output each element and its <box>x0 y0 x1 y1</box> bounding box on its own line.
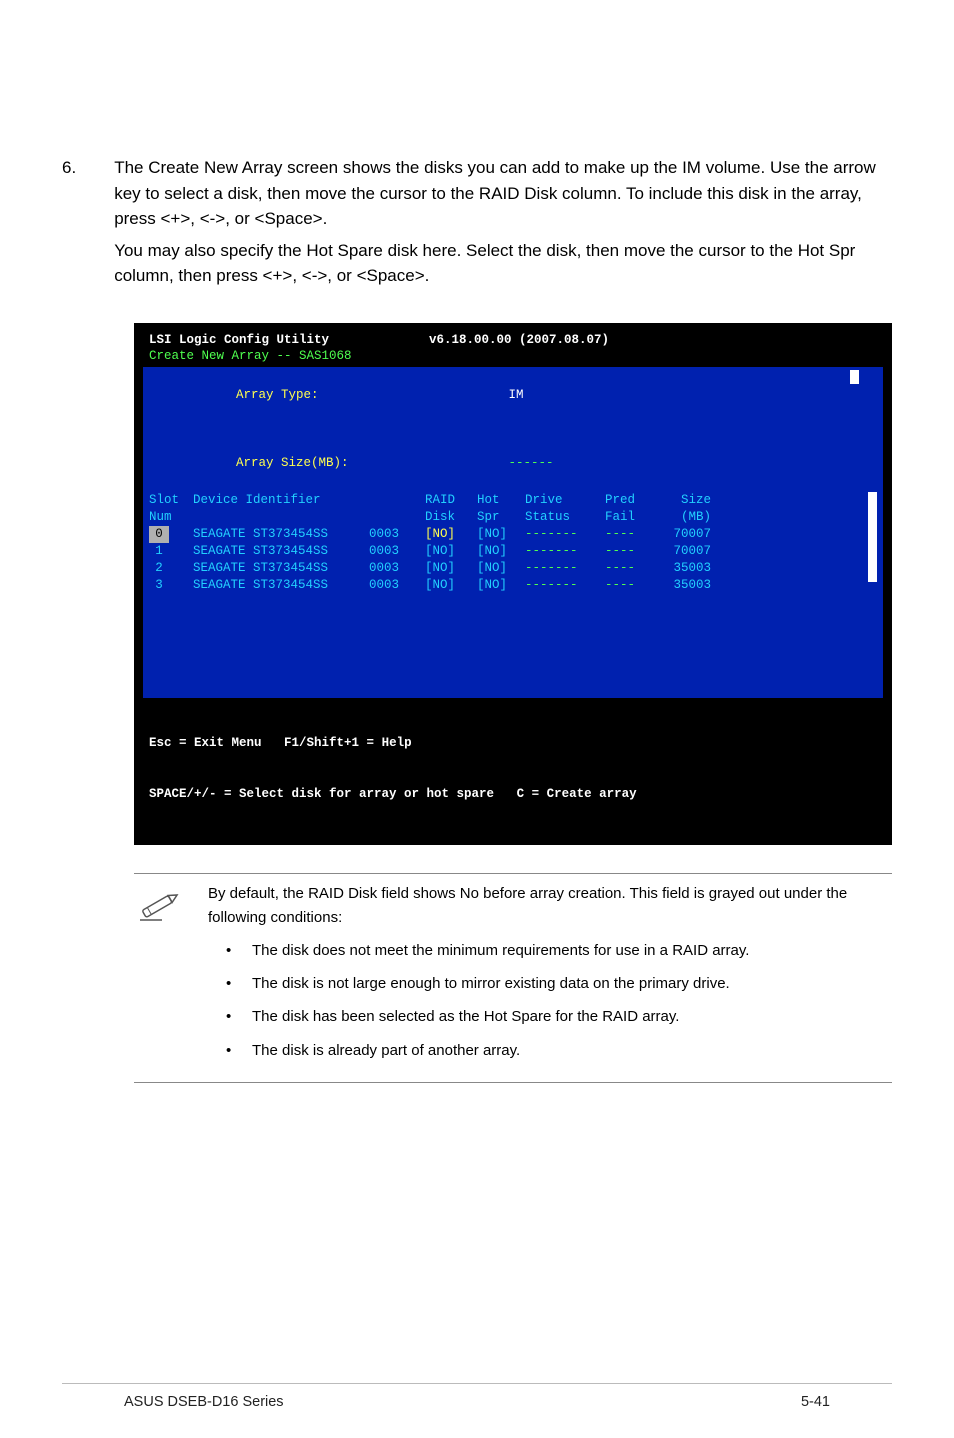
table-row[interactable]: 2SEAGATE ST373454SS0003[NO][NO]---------… <box>143 560 883 577</box>
terminal-title-left: LSI Logic Config Utility <box>149 332 329 349</box>
note-bullet: The disk is already part of another arra… <box>226 1039 892 1062</box>
table-row[interactable]: 3SEAGATE ST373454SS0003[NO][NO]---------… <box>143 577 883 594</box>
note-text: By default, the RAID Disk field shows No… <box>208 882 892 1072</box>
step-para-1: The Create New Array screen shows the di… <box>114 155 892 232</box>
footer-left: ASUS DSEB-D16 Series <box>124 1392 284 1414</box>
note-bullet: The disk does not meet the minimum requi… <box>226 939 892 962</box>
note-intro: By default, the RAID Disk field shows No… <box>208 882 892 929</box>
step-number: 6. <box>62 155 76 295</box>
array-type-value: IM <box>509 388 524 402</box>
note-block: By default, the RAID Disk field shows No… <box>134 873 892 1083</box>
terminal-screenshot: LSI Logic Config Utility v6.18.00.00 (20… <box>134 323 892 846</box>
table-row[interactable]: 0SEAGATE ST373454SS0003[NO][NO]---------… <box>143 526 883 543</box>
table-header-row-2: NumDiskSprStatusFail(MB) <box>143 509 883 526</box>
terminal-cursor <box>850 370 859 384</box>
terminal-footer: Esc = Exit Menu F1/Shift+1 = Help SPACE/… <box>143 698 883 836</box>
terminal-title-bar: LSI Logic Config Utility v6.18.00.00 (20… <box>143 332 883 349</box>
footer-esc: Esc = Exit Menu <box>149 736 262 750</box>
step-para-2: You may also specify the Hot Spare disk … <box>114 238 892 289</box>
footer-right: 5-41 <box>801 1392 830 1414</box>
page-footer: ASUS DSEB-D16 Series 5-41 <box>62 1383 892 1414</box>
footer-help: F1/Shift+1 = Help <box>284 736 412 750</box>
footer-select: SPACE/+/- = Select disk for array or hot… <box>149 787 494 801</box>
note-bullet: The disk has been selected as the Hot Sp… <box>226 1005 892 1028</box>
table-header-row-1: SlotDevice IdentifierRAIDHotDrivePredSiz… <box>143 492 883 509</box>
page-content: 6. The Create New Array screen shows the… <box>22 155 932 1083</box>
terminal-scrollbar[interactable] <box>868 492 877 582</box>
footer-create: C = Create array <box>517 787 637 801</box>
terminal-array-header: Array Type: IM Array Size(MB): ------ <box>143 367 883 488</box>
step-6: 6. The Create New Array screen shows the… <box>62 155 892 295</box>
pencil-icon <box>134 882 186 1072</box>
table-row[interactable]: 1SEAGATE ST373454SS0003[NO][NO]---------… <box>143 543 883 560</box>
terminal-subtitle: Create New Array -- SAS1068 <box>143 348 883 365</box>
array-size-value: ------ <box>509 456 554 470</box>
step-body: The Create New Array screen shows the di… <box>114 155 892 295</box>
terminal-disk-table: SlotDevice IdentifierRAIDHotDrivePredSiz… <box>143 488 883 698</box>
array-type-label: Array Type: <box>236 388 319 402</box>
note-bullets: The disk does not meet the minimum requi… <box>208 939 892 1062</box>
note-bullet: The disk is not large enough to mirror e… <box>226 972 892 995</box>
array-size-label: Array Size(MB): <box>236 456 349 470</box>
terminal-title-right: v6.18.00.00 (2007.08.07) <box>429 332 609 349</box>
